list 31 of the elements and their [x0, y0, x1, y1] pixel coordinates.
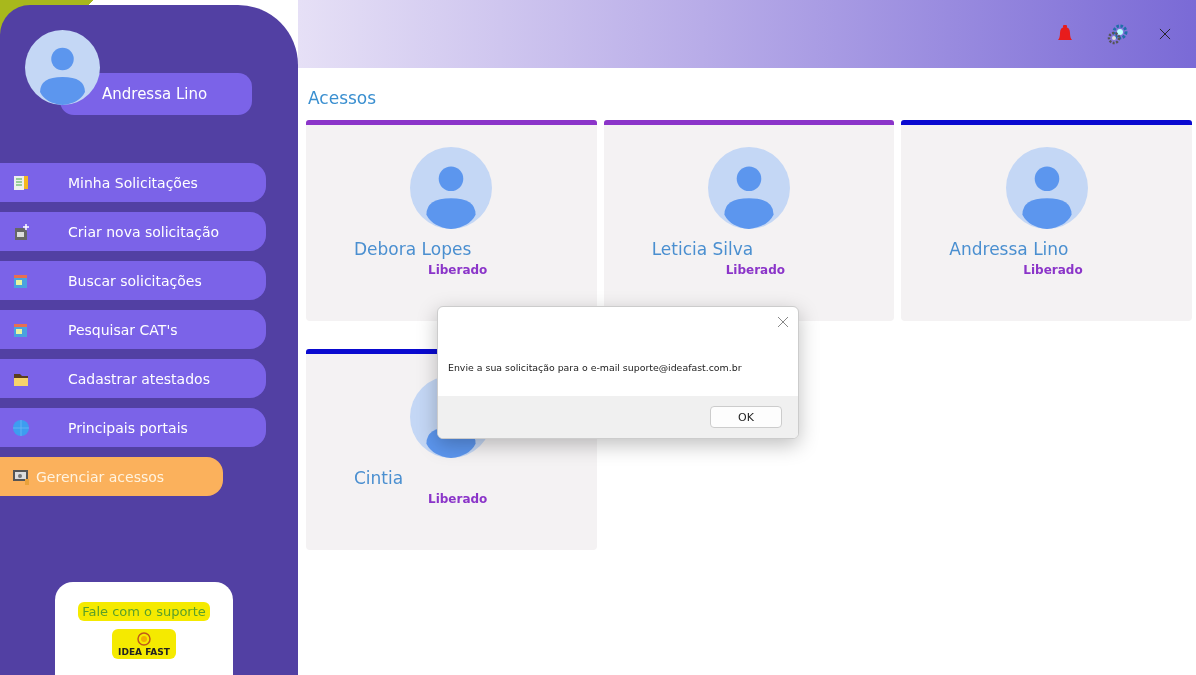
status-label: Liberado — [428, 492, 489, 506]
document-icon — [12, 222, 30, 241]
menu-item[interactable]: Principais portais — [0, 408, 266, 447]
user-name: Debora Lopes — [354, 239, 473, 259]
ok-button[interactable]: OK — [710, 406, 782, 428]
menu-item[interactable]: Buscar solicitações — [0, 261, 266, 300]
page-title: Acessos — [308, 88, 378, 108]
avatar-icon — [1005, 147, 1088, 229]
list-icon — [12, 173, 30, 192]
user-name: Leticia Silva — [651, 239, 755, 259]
monitor-icon — [12, 467, 30, 486]
menu-item[interactable]: Criar nova solicitação — [0, 212, 266, 251]
user-name: Andressa Lino — [949, 239, 1070, 259]
lightbulb-icon — [135, 631, 153, 647]
menu-item[interactable]: Minha Solicitações — [0, 163, 266, 202]
avatar-icon — [708, 147, 790, 229]
close-icon[interactable] — [776, 315, 790, 329]
globe-icon — [12, 418, 30, 437]
status-label: Liberado — [428, 263, 489, 277]
menu-item[interactable]: Cadastrar atestados — [0, 359, 266, 398]
user-name: Cintia — [354, 468, 405, 488]
support-link[interactable]: Fale com o suporte — [78, 602, 210, 621]
dialog-message: Envie a sua solicitação para o e-mail suporte@ideafast.com.br — [448, 362, 742, 373]
close-icon[interactable] — [1158, 27, 1172, 41]
logo-text: IDEA FAST — [118, 647, 170, 657]
status-label: Liberado — [725, 263, 786, 277]
avatar-icon — [410, 147, 493, 229]
avatar-icon — [25, 30, 100, 105]
settings-icon[interactable] — [1106, 23, 1128, 45]
menu-item[interactable]: Pesquisar CAT's — [0, 310, 266, 349]
status-label: Liberado — [1023, 263, 1084, 277]
